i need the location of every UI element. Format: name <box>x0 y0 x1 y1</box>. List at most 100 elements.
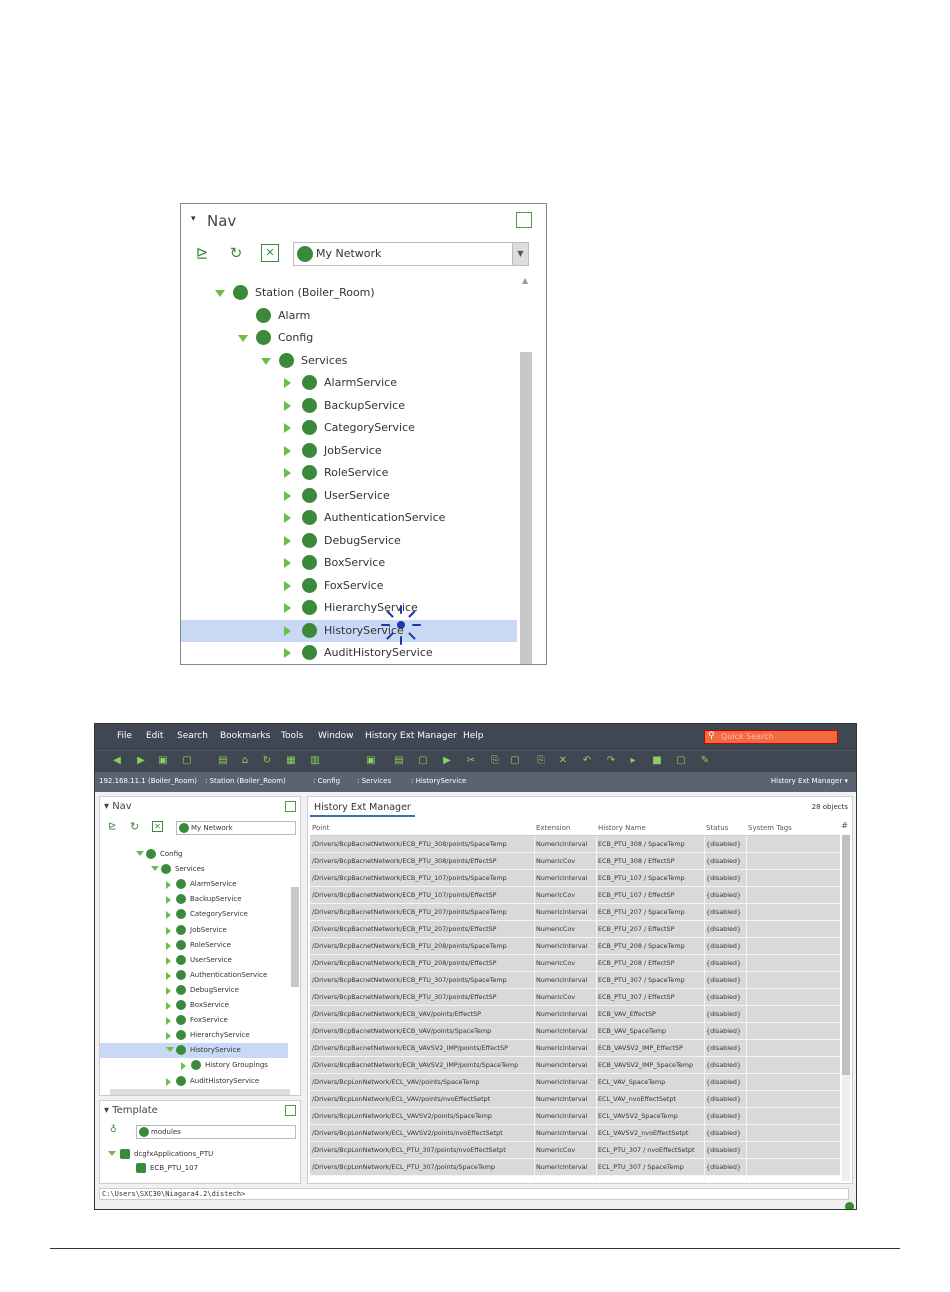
tree-connect-icon[interactable]: ⊵ <box>193 244 211 262</box>
side-tree-item-jobservice[interactable]: JobService <box>100 923 288 938</box>
view-selector[interactable]: History Ext Manager ▾ <box>771 777 848 785</box>
redo-icon[interactable]: ↷ <box>605 755 617 767</box>
column-chooser-icon[interactable]: # <box>841 821 848 830</box>
breadcrumb-historyservice[interactable]: : HistoryService <box>411 777 466 785</box>
tree-item-hierarchyservice[interactable]: HierarchyService <box>181 597 517 619</box>
window-icon[interactable]: ▢ <box>181 755 193 767</box>
delete-icon[interactable]: ✕ <box>557 755 569 767</box>
copy-icon[interactable]: ▥ <box>309 755 321 767</box>
side-tree-item-boxservice[interactable]: BoxService <box>100 998 288 1013</box>
table-row[interactable]: /Drivers/BcpLonNetwork/ECL_PTU_307/point… <box>310 1159 840 1176</box>
expand-arrow-icon[interactable] <box>166 881 171 890</box>
table-row[interactable]: /Drivers/BcpBacnetNetwork/ECB_PTU_208/po… <box>310 955 840 972</box>
side-tree-item-backupservice[interactable]: BackupService <box>100 892 288 907</box>
expand-arrow-icon[interactable] <box>284 490 291 501</box>
expand-arrow-icon[interactable] <box>284 603 291 613</box>
expand-arrow-icon[interactable] <box>284 378 291 388</box>
tree-item-userservice[interactable]: UserService <box>181 485 517 507</box>
scroll-up-icon[interactable]: ▲ <box>522 276 528 285</box>
breadcrumb-192-168-11-1-boiler-room[interactable]: 192.168.11.1 (Boiler_Room) <box>99 777 197 785</box>
table-row[interactable]: /Drivers/BcpBacnetNetwork/ECB_PTU_308/po… <box>310 836 840 853</box>
side-tree-item-alarmservice[interactable]: AlarmService <box>100 877 288 892</box>
tree-item-station-boiler-room[interactable]: Station (Boiler_Room) <box>181 282 517 304</box>
modules-icon[interactable]: ♁ <box>110 1125 117 1135</box>
table-row[interactable]: /Drivers/BcpLonNetwork/ECL_VAV/points/nv… <box>310 1091 840 1108</box>
table-row[interactable]: /Drivers/BcpLonNetwork/ECL_VAVSV2/points… <box>310 1108 840 1125</box>
expand-icon[interactable] <box>285 1105 296 1116</box>
template-item-ecb-ptu-107[interactable]: ECB_PTU_107 <box>100 1161 288 1176</box>
menu-window[interactable]: Window <box>318 731 354 741</box>
expand-arrow-icon[interactable] <box>166 1017 171 1026</box>
column-header-history-name[interactable]: History Name <box>598 824 646 832</box>
scroll-thumb[interactable] <box>291 887 299 987</box>
expand-arrow-icon[interactable] <box>284 468 291 478</box>
undo-icon[interactable]: ↶ <box>581 755 593 767</box>
tag-icon[interactable]: ▢ <box>675 755 687 767</box>
view-icon[interactable]: ▦ <box>285 755 297 767</box>
nav-scrollbar[interactable]: ▲ <box>520 276 532 664</box>
expand-arrow-icon[interactable] <box>166 911 171 920</box>
menu-file[interactable]: File <box>117 731 132 741</box>
open-icon[interactable]: ▢ <box>417 755 429 767</box>
expand-icon[interactable] <box>285 801 296 812</box>
tree-item-foxservice[interactable]: FoxService <box>181 575 517 597</box>
side-tree-item-roleservice[interactable]: RoleService <box>100 938 288 953</box>
chevron-down-icon[interactable]: ▼ <box>512 243 528 265</box>
table-row[interactable]: /Drivers/BcpBacnetNetwork/ECB_VAVSV2_IMP… <box>310 1040 840 1057</box>
breadcrumb-config[interactable]: : Config <box>313 777 340 785</box>
expand-arrow-icon[interactable] <box>284 648 291 658</box>
cut-icon[interactable]: ✂ <box>465 755 477 767</box>
side-tree-item-foxservice[interactable]: FoxService <box>100 1013 288 1028</box>
tree-item-authenticationservice[interactable]: AuthenticationService <box>181 507 517 529</box>
expand-arrow-icon[interactable] <box>136 851 144 856</box>
table-row[interactable]: /Drivers/BcpBacnetNetwork/ECB_PTU_207/po… <box>310 921 840 938</box>
menu-edit[interactable]: Edit <box>146 731 163 741</box>
column-header-system-tags[interactable]: System Tags <box>748 824 792 832</box>
expand-arrow-icon[interactable] <box>284 625 291 636</box>
tree-item-debugservice[interactable]: DebugService <box>181 530 517 552</box>
network-select[interactable]: My Network ▼ <box>293 242 529 266</box>
collapse-caret-icon[interactable]: ▾ <box>191 214 196 224</box>
tab-history-ext-manager[interactable]: History Ext Manager <box>310 799 415 817</box>
expand-arrow-icon[interactable] <box>166 896 171 905</box>
breadcrumb-services[interactable]: : Services <box>357 777 391 785</box>
table-row[interactable]: /Drivers/BcpLonNetwork/ECL_VAV/points/Sp… <box>310 1074 840 1091</box>
side-nav-scrollbar[interactable] <box>291 837 299 1087</box>
expand-arrow-icon[interactable] <box>166 971 171 980</box>
expand-arrow-icon[interactable] <box>238 335 248 342</box>
export-icon[interactable]: ▶ <box>441 755 453 767</box>
table-row[interactable]: /Drivers/BcpBacnetNetwork/ECB_VAV/points… <box>310 1006 840 1023</box>
menu-tools[interactable]: Tools <box>281 731 303 741</box>
expand-arrow-icon[interactable] <box>284 513 291 523</box>
tree-item-config[interactable]: Config <box>181 327 517 349</box>
table-row[interactable]: /Drivers/BcpBacnetNetwork/ECB_PTU_207/po… <box>310 904 840 921</box>
table-row[interactable]: /Drivers/BcpBacnetNetwork/ECB_VAV/points… <box>310 1023 840 1040</box>
expand-arrow-icon[interactable] <box>166 1002 171 1010</box>
side-tree-item-history-groupings[interactable]: History Groupings <box>100 1058 288 1073</box>
table-row[interactable]: /Drivers/BcpBacnetNetwork/ECB_PTU_107/po… <box>310 870 840 887</box>
up-level-icon[interactable]: ▣ <box>157 755 169 767</box>
scroll-thumb[interactable] <box>842 835 850 1075</box>
side-nav-hscroll[interactable] <box>110 1089 290 1095</box>
menu-search[interactable]: Search <box>177 731 208 741</box>
edit-icon[interactable]: ✎ <box>699 755 711 767</box>
tree-item-roleservice[interactable]: RoleService <box>181 462 517 484</box>
tree-item-alarm[interactable]: Alarm <box>181 305 517 327</box>
stop-icon[interactable]: ■ <box>651 755 663 767</box>
console-bar[interactable]: C:\Users\SXC30\Niagara4.2\distech> <box>99 1188 849 1200</box>
expand-arrow-icon[interactable] <box>151 866 159 872</box>
table-row[interactable]: /Drivers/BcpBacnetNetwork/ECB_PTU_308/po… <box>310 853 840 870</box>
column-header-extension[interactable]: Extension <box>536 824 570 832</box>
tree-item-backupservice[interactable]: BackupService <box>181 395 517 417</box>
quick-search-input[interactable]: ⚲ Quick Search <box>704 730 838 744</box>
forward-icon[interactable]: ▶ <box>135 755 147 767</box>
table-row[interactable]: /Drivers/BcpBacnetNetwork/ECB_PTU_107/po… <box>310 887 840 904</box>
home-folder-icon[interactable]: ▤ <box>217 755 229 767</box>
expand-arrow-icon[interactable] <box>181 1062 186 1071</box>
menu-help[interactable]: Help <box>463 731 484 741</box>
save-icon[interactable]: ▣ <box>365 755 377 767</box>
expand-arrow-icon[interactable] <box>166 1047 174 1053</box>
tree-item-boxservice[interactable]: BoxService <box>181 552 517 574</box>
expand-arrow-icon[interactable] <box>166 986 171 995</box>
template-select[interactable]: modules <box>136 1125 296 1139</box>
